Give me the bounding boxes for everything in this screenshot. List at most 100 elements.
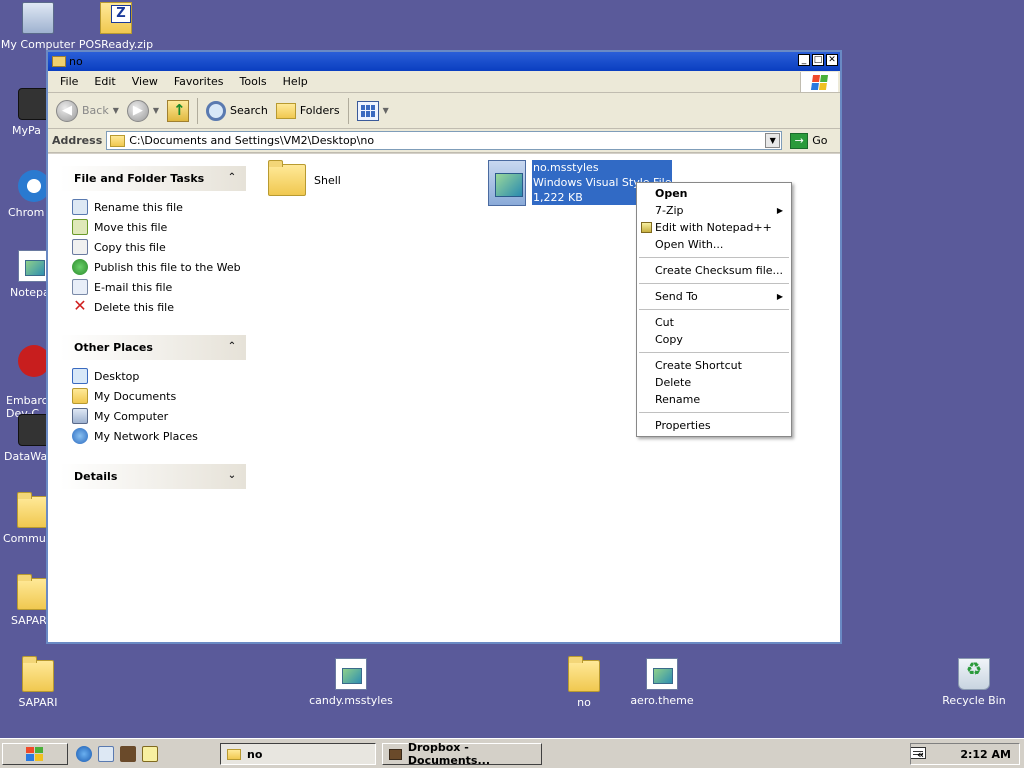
menu-tools[interactable]: Tools [232, 75, 275, 88]
task-label: no [247, 747, 263, 761]
menu-favorites[interactable]: Favorites [166, 75, 232, 88]
ctx-create-shortcut[interactable]: Create Shortcut [637, 357, 791, 374]
task-label: Dropbox - Documents... [407, 741, 491, 767]
task-label: Copy this file [94, 240, 166, 254]
ctx-copy[interactable]: Copy [637, 331, 791, 348]
ctx-open[interactable]: Open [637, 185, 791, 202]
panel-body: Desktop My Documents My Computer My Netw… [60, 360, 246, 450]
folders-icon [275, 102, 296, 119]
menu-file[interactable]: File [52, 75, 86, 88]
publish-web-icon [72, 259, 88, 275]
ctx-cut[interactable]: Cut [637, 314, 791, 331]
ctx-open-with[interactable]: Open With... [637, 236, 791, 253]
ctx-delete[interactable]: Delete [637, 374, 791, 391]
forward-button[interactable]: ▶ ▼ [123, 97, 163, 125]
menu-edit[interactable]: Edit [86, 75, 123, 88]
desktop-icon-label: SAPAR [11, 614, 47, 627]
ctx-properties[interactable]: Properties [637, 417, 791, 434]
task-rename-file[interactable]: Rename this file [72, 197, 246, 217]
ctx-7zip[interactable]: 7-Zip ▶ [637, 202, 791, 219]
panel-header[interactable]: Other Places ⌃ [60, 335, 246, 360]
task-label: Move this file [94, 220, 168, 234]
desktop-icon-my-computer[interactable]: My Computer [0, 2, 76, 51]
ctx-send-to[interactable]: Send To ▶ [637, 288, 791, 305]
task-label: Delete this file [94, 300, 174, 314]
menu-label: Cut [655, 316, 674, 329]
desktop-icon-sapari[interactable]: SAPARI [0, 656, 76, 709]
menu-separator [639, 257, 789, 258]
menu-label: Delete [655, 376, 692, 389]
task-move-file[interactable]: Move this file [72, 217, 246, 237]
menu-separator [639, 352, 789, 353]
toolbar-separator [347, 97, 349, 124]
address-field[interactable]: ▼ [106, 131, 783, 150]
address-input[interactable] [129, 134, 750, 147]
go-button[interactable]: → Go [790, 132, 828, 149]
desktop-icon-label: Chrom [8, 206, 45, 219]
back-label: Back [82, 104, 109, 117]
place-my-computer[interactable]: My Computer [72, 406, 246, 426]
task-copy-file[interactable]: Copy this file [72, 237, 246, 257]
submenu-arrow-icon: ▶ [776, 206, 783, 215]
menu-label: Create Shortcut [655, 359, 742, 372]
task-delete-file[interactable]: ✕ Delete this file [72, 297, 246, 317]
desktop-icon-label: MyPa [12, 124, 41, 137]
folders-label: Folders [299, 104, 340, 117]
taskbar-task-dropbox[interactable]: Dropbox - Documents... [382, 741, 542, 767]
menu-label: Copy [655, 333, 683, 346]
rename-icon [72, 199, 88, 215]
submenu-arrow-icon: ▶ [776, 292, 783, 301]
address-dropdown-button[interactable]: ▼ [765, 133, 781, 148]
desktop-icon-aero-theme[interactable]: aero.theme [624, 658, 700, 707]
search-button[interactable]: Search [202, 97, 272, 125]
app-icon[interactable] [120, 745, 136, 762]
desktop-icon-candy-msstyles[interactable]: candy.msstyles [304, 658, 398, 707]
taskbar-task-no[interactable]: no [220, 743, 376, 765]
panel-header[interactable]: File and Folder Tasks ⌃ [60, 166, 246, 191]
chevron-down-icon: ▼ [112, 106, 119, 115]
clock[interactable]: 2:12 AM [960, 748, 1011, 761]
collapse-icon[interactable]: ⌃ [224, 340, 240, 356]
folder-icon [568, 656, 600, 692]
folder-item-shell[interactable]: Shell [268, 160, 341, 196]
menu-view[interactable]: View [124, 75, 166, 88]
panel-body: Rename this file Move this file Copy thi… [60, 191, 246, 321]
panel-header[interactable]: Details ⌄ [60, 464, 246, 489]
task-publish-web[interactable]: Publish this file to the Web [72, 257, 246, 277]
ctx-rename[interactable]: Rename [637, 391, 791, 408]
other-places-panel: Other Places ⌃ Desktop My Documents My C… [60, 335, 246, 450]
menu-label: Send To [655, 290, 698, 303]
tray-expand-chevron[interactable]: « [917, 748, 924, 761]
menu-help[interactable]: Help [275, 75, 316, 88]
notepad-icon[interactable] [142, 745, 158, 762]
desktop-icon-label: DataWa [4, 450, 48, 463]
ctx-edit-notepadpp[interactable]: Edit with Notepad++ [637, 219, 791, 236]
desktop-icon-no[interactable]: no [546, 656, 622, 709]
title-bar[interactable]: no _ □ ✕ [48, 52, 840, 71]
maximize-button[interactable]: □ [812, 54, 824, 66]
views-button[interactable]: ▼ [353, 97, 393, 125]
explorer-icon[interactable] [98, 745, 114, 762]
msstyles-file-icon [335, 658, 367, 690]
menu-label: Rename [655, 393, 701, 406]
place-my-network[interactable]: My Network Places [72, 426, 246, 446]
internet-explorer-icon[interactable] [76, 745, 92, 762]
ctx-create-checksum[interactable]: Create Checksum file... [637, 262, 791, 279]
computer-icon [72, 408, 88, 424]
quick-launch [76, 745, 158, 762]
desktop-icon-recycle-bin[interactable]: Recycle Bin [936, 658, 1012, 707]
expand-icon[interactable]: ⌄ [224, 469, 240, 485]
place-my-documents[interactable]: My Documents [72, 386, 246, 406]
place-desktop[interactable]: Desktop [72, 366, 246, 386]
folders-button[interactable]: Folders [272, 97, 344, 125]
collapse-icon[interactable]: ⌃ [224, 171, 240, 187]
up-button[interactable] [163, 97, 193, 125]
computer-icon [22, 2, 54, 34]
minimize-button[interactable]: _ [798, 54, 810, 66]
close-button[interactable]: ✕ [826, 54, 838, 66]
start-button[interactable] [2, 742, 68, 765]
back-button[interactable]: ◀ Back ▼ [52, 97, 123, 125]
task-email-file[interactable]: E-mail this file [72, 277, 246, 297]
folder-icon [17, 574, 49, 610]
desktop-icon-posready-zip[interactable]: POSReady.zip [78, 2, 154, 51]
